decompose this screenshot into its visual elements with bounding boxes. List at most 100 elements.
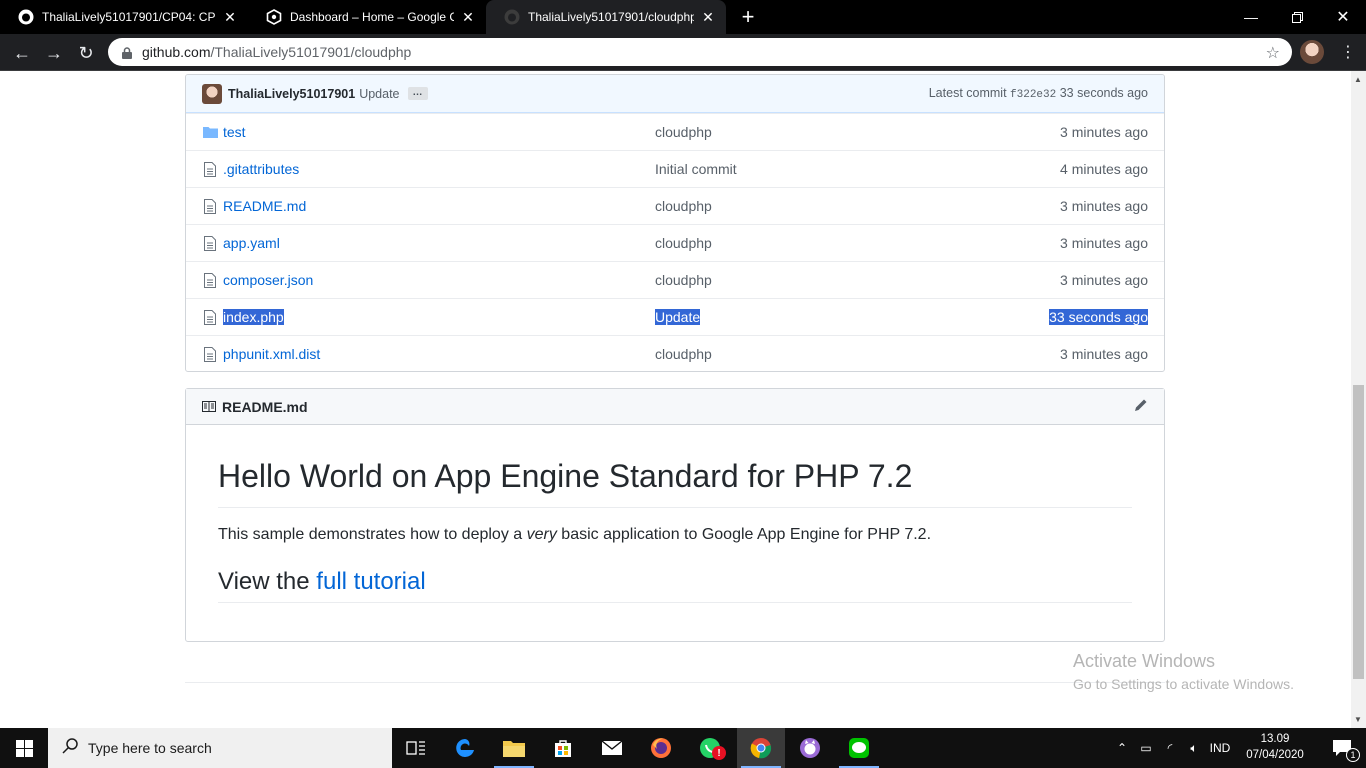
- tab-cp04[interactable]: ThaliaLively51017901/CP04: CP04 ✕: [0, 0, 248, 34]
- file-name-link[interactable]: README.md: [223, 198, 306, 214]
- file-row: test cloudphp 3 minutes ago: [186, 113, 1164, 150]
- close-icon[interactable]: ✕: [222, 9, 238, 25]
- wifi-icon[interactable]: ◜: [1158, 741, 1182, 755]
- paragraph-text-end: basic application to Google App Engine f…: [556, 526, 932, 543]
- readme-paragraph: This sample demonstrates how to deploy a…: [218, 526, 1132, 544]
- full-tutorial-link[interactable]: full tutorial: [316, 568, 425, 595]
- browser-toolbar: ← → ↻ github.com/ThaliaLively51017901/cl…: [0, 34, 1366, 71]
- github-desktop-icon[interactable]: [786, 728, 834, 768]
- start-button[interactable]: [0, 728, 48, 768]
- forward-button[interactable]: →: [41, 40, 67, 66]
- latest-commit-info: Latest commit f322e32 33 seconds ago: [929, 86, 1148, 101]
- file-name-link[interactable]: test: [223, 124, 246, 140]
- close-icon[interactable]: ✕: [460, 9, 476, 25]
- file-name-link[interactable]: composer.json: [223, 272, 313, 288]
- file-explorer-icon[interactable]: [490, 728, 538, 768]
- file-row-selected: index.php Update 33 seconds ago: [186, 298, 1164, 335]
- store-icon[interactable]: [539, 728, 587, 768]
- whatsapp-icon[interactable]: !: [686, 728, 734, 768]
- file-commit-message[interactable]: cloudphp: [655, 272, 712, 288]
- page-content: ThaliaLively51017901 Update … Latest com…: [0, 71, 1351, 728]
- file-commit-message[interactable]: Update: [655, 309, 701, 325]
- url-text: github.com/ThaliaLively51017901/cloudphp: [142, 44, 411, 60]
- page-scrollbar[interactable]: ▲ ▼: [1351, 71, 1366, 728]
- task-view-icon[interactable]: [392, 728, 440, 768]
- file-commit-message[interactable]: cloudphp: [655, 124, 712, 140]
- address-bar[interactable]: github.com/ThaliaLively51017901/cloudphp…: [108, 38, 1292, 66]
- chrome-icon[interactable]: [737, 728, 785, 768]
- file-name-link[interactable]: .gitattributes: [223, 161, 299, 177]
- chevron-up-icon[interactable]: ⌃: [1114, 741, 1130, 755]
- taskbar-search-box[interactable]: Type here to search: [48, 728, 392, 768]
- google-cloud-icon: [266, 9, 282, 25]
- language-indicator[interactable]: IND: [1206, 741, 1234, 755]
- file-row: README.md cloudphp 3 minutes ago: [186, 187, 1164, 224]
- commit-sha[interactable]: f322e32: [1010, 89, 1056, 101]
- tab-title: Dashboard – Home – Google Clo: [290, 10, 454, 24]
- file-browser: ThaliaLively51017901 Update … Latest com…: [185, 74, 1165, 372]
- file-icon: [202, 309, 218, 325]
- file-age: 3 minutes ago: [1060, 272, 1148, 288]
- scroll-down-icon[interactable]: ▼: [1354, 715, 1362, 724]
- pencil-icon[interactable]: [1134, 398, 1148, 415]
- folder-icon: [202, 124, 218, 140]
- commit-author[interactable]: ThaliaLively51017901: [228, 87, 355, 101]
- file-row: .gitattributes Initial commit 4 minutes …: [186, 150, 1164, 187]
- restore-button[interactable]: [1274, 0, 1320, 34]
- mail-icon[interactable]: [588, 728, 636, 768]
- file-commit-message[interactable]: cloudphp: [655, 198, 712, 214]
- file-name-link[interactable]: phpunit.xml.dist: [223, 346, 320, 362]
- search-icon: [62, 737, 78, 759]
- file-icon: [202, 198, 218, 214]
- url-host: github.com: [142, 44, 211, 60]
- file-icon: [202, 272, 218, 288]
- url-path: /ThaliaLively51017901/cloudphp: [210, 44, 412, 60]
- readme-subheading: View the full tutorial: [218, 568, 1132, 603]
- github-icon: [18, 9, 34, 25]
- file-name-link[interactable]: app.yaml: [223, 235, 280, 251]
- taskbar-clock[interactable]: 13.09 07/04/2020: [1240, 731, 1310, 763]
- tab-google-cloud[interactable]: Dashboard – Home – Google Clo ✕: [248, 0, 486, 34]
- clock-date: 07/04/2020: [1246, 749, 1304, 761]
- latest-commit-bar: ThaliaLively51017901 Update … Latest com…: [186, 75, 1164, 113]
- menu-icon[interactable]: ⋮: [1340, 42, 1356, 62]
- line-icon[interactable]: [835, 728, 883, 768]
- profile-avatar[interactable]: [1300, 40, 1324, 64]
- system-tray: ⌃ ▭ ◜ 🔈︎ IND: [1114, 728, 1234, 768]
- tab-title: ThaliaLively51017901/CP04: CP04: [42, 10, 216, 24]
- scrollbar-thumb[interactable]: [1353, 385, 1364, 679]
- firefox-icon[interactable]: [637, 728, 685, 768]
- file-age: 3 minutes ago: [1060, 124, 1148, 140]
- new-tab-button[interactable]: +: [736, 4, 760, 29]
- commit-message[interactable]: Update: [359, 87, 399, 101]
- readme-filename: README.md: [222, 398, 308, 415]
- bookmark-star-icon[interactable]: ☆: [1266, 43, 1280, 63]
- tab-cloudphp[interactable]: ThaliaLively51017901/cloudphp ✕: [486, 0, 726, 34]
- book-icon: [202, 399, 216, 415]
- minimize-button[interactable]: —: [1228, 0, 1274, 34]
- reload-button[interactable]: ↻: [73, 40, 99, 66]
- close-icon[interactable]: ✕: [700, 9, 716, 25]
- action-center-icon[interactable]: 1: [1318, 728, 1366, 768]
- windows-taskbar: Type here to search ! ⌃ ▭ ◜ 🔈︎ IND 13.09…: [0, 728, 1366, 768]
- expand-commit-button[interactable]: …: [407, 87, 428, 100]
- edge-icon[interactable]: [441, 728, 489, 768]
- file-name-link[interactable]: index.php: [223, 309, 284, 325]
- battery-icon[interactable]: ▭: [1134, 741, 1158, 755]
- file-icon: [202, 161, 218, 177]
- watermark-subtitle: Go to Settings to activate Windows.: [1073, 676, 1294, 692]
- volume-icon[interactable]: 🔈︎: [1182, 741, 1206, 756]
- file-row: phpunit.xml.dist cloudphp 3 minutes ago: [186, 335, 1164, 371]
- file-commit-message[interactable]: Initial commit: [655, 161, 737, 177]
- author-avatar[interactable]: [202, 83, 222, 104]
- file-commit-message[interactable]: cloudphp: [655, 346, 712, 362]
- watermark-title: Activate Windows: [1073, 651, 1216, 671]
- file-commit-message[interactable]: cloudphp: [655, 235, 712, 251]
- close-window-button[interactable]: ✕: [1320, 0, 1366, 34]
- commit-age: 33 seconds ago: [1059, 86, 1148, 100]
- notification-badge: !: [712, 746, 726, 760]
- back-button[interactable]: ←: [9, 40, 35, 66]
- scroll-up-icon[interactable]: ▲: [1354, 75, 1362, 84]
- notification-count: 1: [1346, 748, 1360, 762]
- latest-commit-label: Latest commit: [928, 86, 1007, 100]
